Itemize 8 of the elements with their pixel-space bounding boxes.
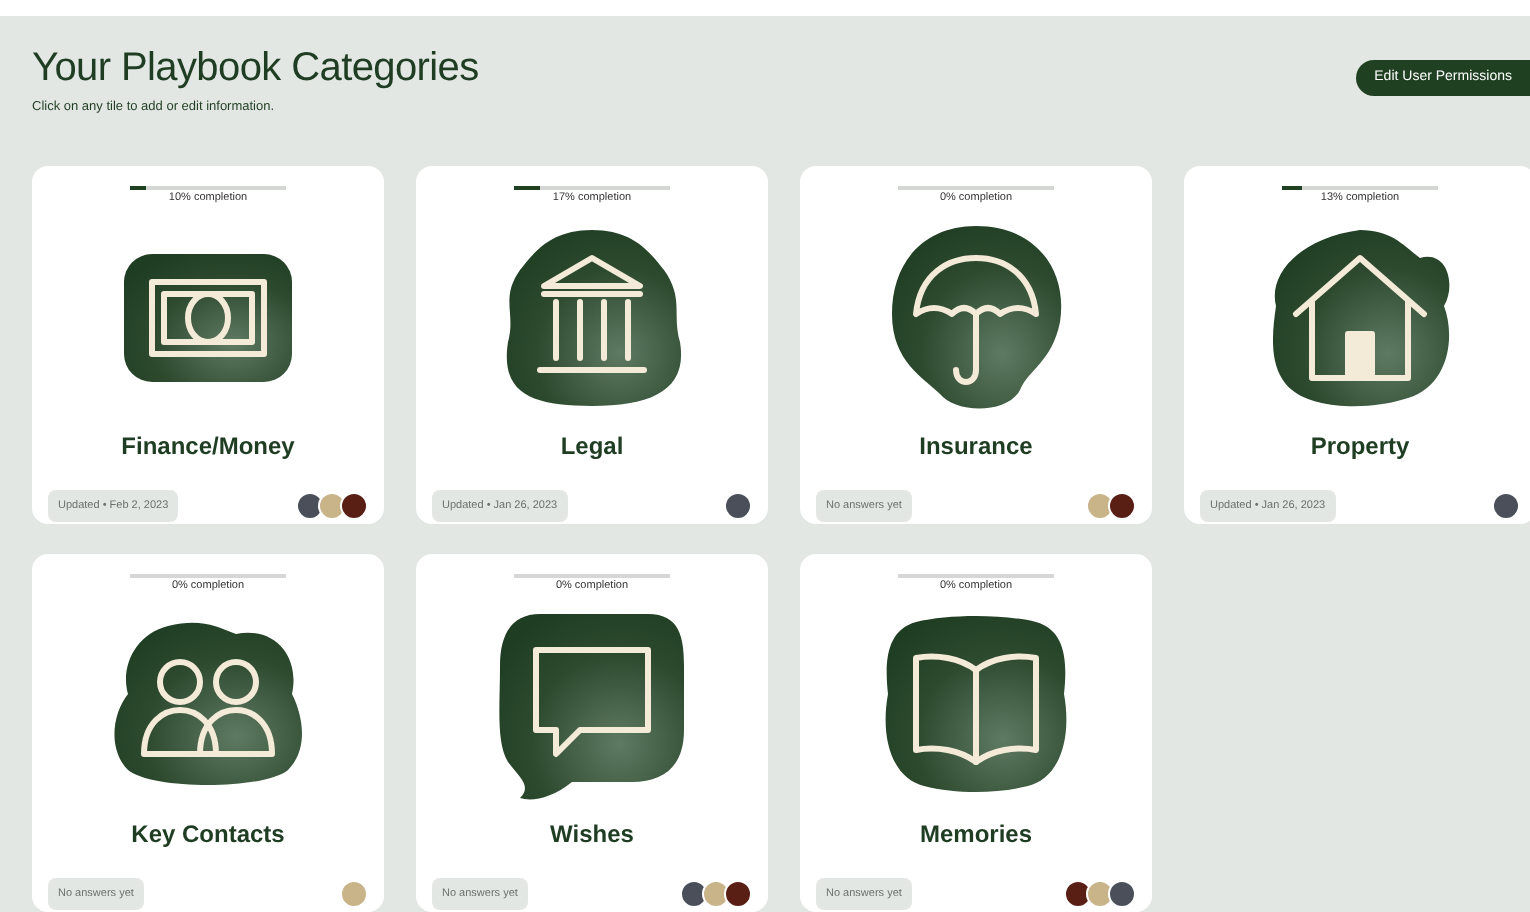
category-title: Memories <box>919 819 1033 848</box>
page-title: Your Playbook Categories <box>32 44 479 92</box>
category-title: Finance/Money <box>121 431 295 460</box>
category-title: Property <box>1310 431 1410 460</box>
category-title: Legal <box>560 431 624 460</box>
category-title: Key Contacts <box>131 819 285 848</box>
category-title: Wishes <box>550 819 634 848</box>
category-title: Insurance <box>919 431 1033 460</box>
